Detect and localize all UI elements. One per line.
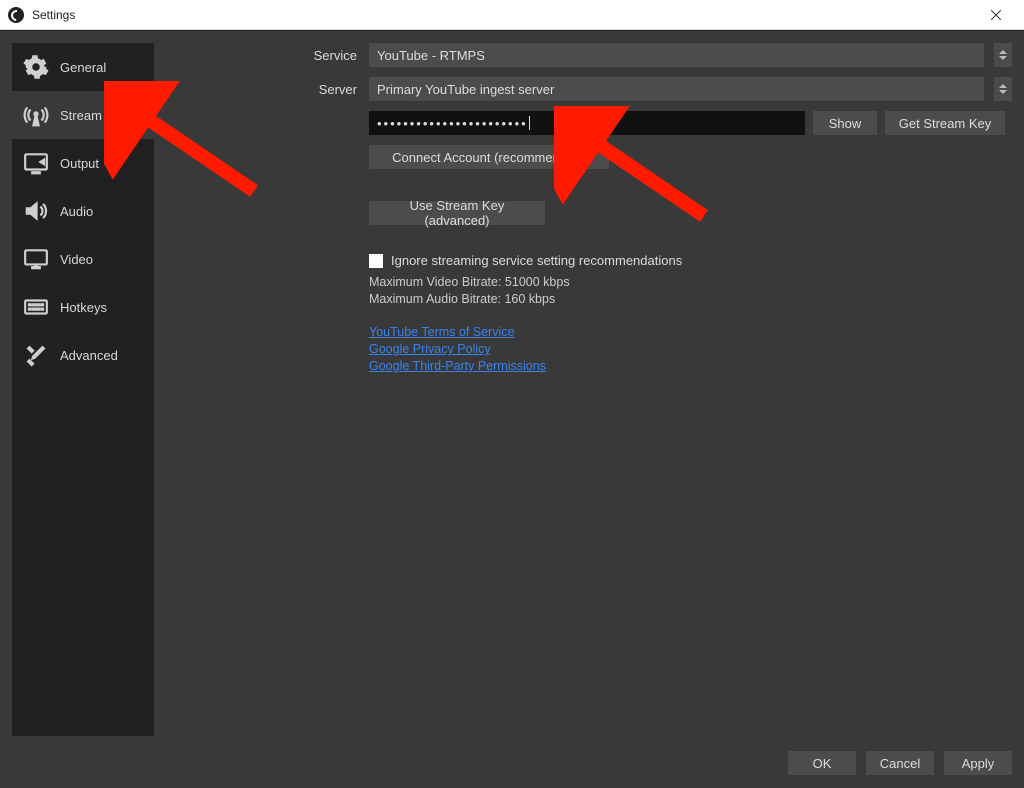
sidebar-item-label: Audio bbox=[60, 204, 93, 219]
stream-key-input[interactable]: ••••••••••••••••••••••• bbox=[369, 111, 805, 135]
apply-button[interactable]: Apply bbox=[944, 751, 1012, 775]
server-select[interactable]: Primary YouTube ingest server bbox=[369, 77, 984, 101]
service-select[interactable]: YouTube - RTMPS bbox=[369, 43, 984, 67]
use-stream-key-button[interactable]: Use Stream Key (advanced) bbox=[369, 201, 545, 225]
service-select-spinner[interactable] bbox=[994, 43, 1012, 67]
sidebar-item-label: Advanced bbox=[60, 348, 118, 363]
sidebar-item-label: General bbox=[60, 60, 106, 75]
sidebar-item-output[interactable]: Output bbox=[12, 139, 154, 187]
sidebar-item-label: Hotkeys bbox=[60, 300, 107, 315]
max-video-bitrate: Maximum Video Bitrate: 51000 kbps bbox=[369, 274, 1012, 291]
service-value: YouTube - RTMPS bbox=[377, 48, 485, 63]
google-privacy-link[interactable]: Google Privacy Policy bbox=[369, 341, 1012, 358]
text-caret bbox=[529, 116, 530, 130]
settings-panel-stream: Service YouTube - RTMPS Server Primary Y… bbox=[154, 31, 1024, 748]
sidebar-item-general[interactable]: General bbox=[12, 43, 154, 91]
app-icon bbox=[8, 7, 24, 23]
window-title: Settings bbox=[32, 8, 75, 22]
sidebar-item-label: Output bbox=[60, 156, 99, 171]
tools-icon bbox=[22, 341, 50, 369]
max-audio-bitrate: Maximum Audio Bitrate: 160 kbps bbox=[369, 291, 1012, 308]
show-key-button[interactable]: Show bbox=[813, 111, 877, 135]
server-label: Server bbox=[306, 82, 361, 97]
sidebar-item-label: Video bbox=[60, 252, 93, 267]
ignore-recommendations-label: Ignore streaming service setting recomme… bbox=[391, 253, 682, 268]
connect-account-button[interactable]: Connect Account (recommended) bbox=[369, 145, 609, 169]
monitor-icon bbox=[22, 245, 50, 273]
settings-sidebar: General Stream Output bbox=[12, 43, 154, 736]
stream-key-mask: ••••••••••••••••••••••• bbox=[377, 116, 528, 131]
service-label: Service bbox=[306, 48, 361, 63]
get-stream-key-button[interactable]: Get Stream Key bbox=[885, 111, 1005, 135]
sidebar-item-hotkeys[interactable]: Hotkeys bbox=[12, 283, 154, 331]
ignore-recommendations-checkbox[interactable] bbox=[369, 254, 383, 268]
speaker-icon bbox=[22, 197, 50, 225]
sidebar-item-video[interactable]: Video bbox=[12, 235, 154, 283]
gear-icon bbox=[22, 53, 50, 81]
antenna-icon bbox=[22, 101, 50, 129]
ok-button[interactable]: OK bbox=[788, 751, 856, 775]
dialog-footer: OK Cancel Apply bbox=[0, 748, 1024, 788]
titlebar: Settings bbox=[0, 0, 1024, 30]
keyboard-icon bbox=[22, 293, 50, 321]
server-value: Primary YouTube ingest server bbox=[377, 82, 554, 97]
youtube-tos-link[interactable]: YouTube Terms of Service bbox=[369, 324, 1012, 341]
window-close-button[interactable] bbox=[976, 0, 1016, 29]
sidebar-item-advanced[interactable]: Advanced bbox=[12, 331, 154, 379]
sidebar-item-label: Stream bbox=[60, 108, 102, 123]
output-icon bbox=[22, 149, 50, 177]
cancel-button[interactable]: Cancel bbox=[866, 751, 934, 775]
sidebar-item-audio[interactable]: Audio bbox=[12, 187, 154, 235]
google-thirdparty-link[interactable]: Google Third-Party Permissions bbox=[369, 358, 1012, 375]
server-select-spinner[interactable] bbox=[994, 77, 1012, 101]
sidebar-item-stream[interactable]: Stream bbox=[12, 91, 154, 139]
close-icon bbox=[991, 10, 1001, 20]
